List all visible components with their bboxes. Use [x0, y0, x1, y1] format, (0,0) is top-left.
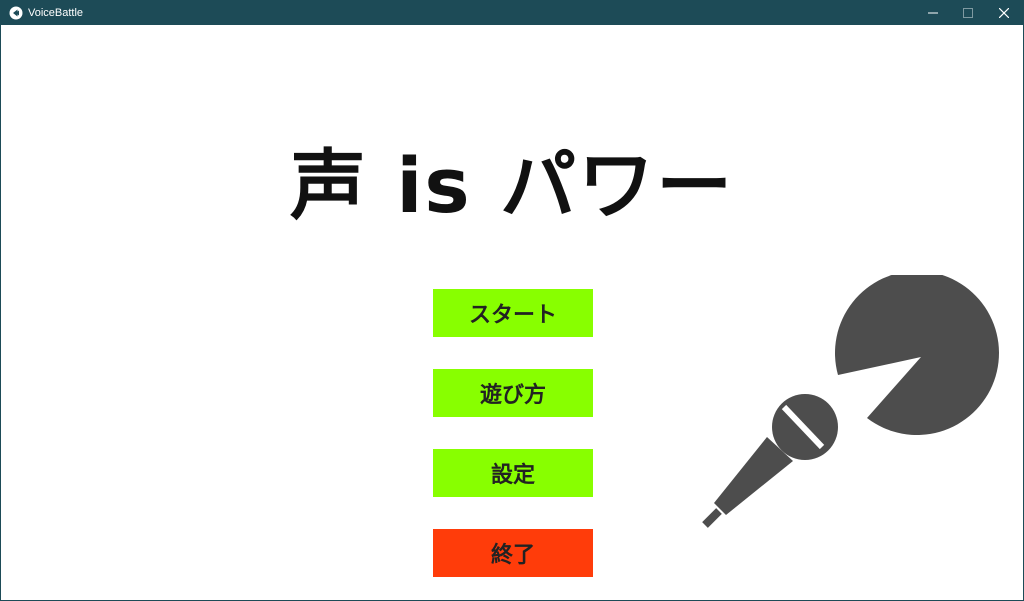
how-to-play-button[interactable]: 遊び方	[433, 369, 593, 417]
settings-button[interactable]: 設定	[433, 449, 593, 497]
maximize-icon	[963, 8, 973, 18]
maximize-button[interactable]	[951, 1, 985, 25]
voice-wave-shape	[834, 275, 999, 435]
app-window: VoiceBattle 声 is パワー スタート 遊び方 設定 終了	[0, 0, 1024, 601]
exit-button[interactable]: 終了	[433, 529, 593, 577]
close-button[interactable]	[987, 1, 1021, 25]
minimize-button[interactable]	[916, 1, 950, 25]
microphone-icon	[702, 275, 999, 528]
minimize-icon	[928, 12, 938, 14]
close-icon	[999, 8, 1009, 18]
game-screen: 声 is パワー スタート 遊び方 設定 終了	[1, 25, 1023, 600]
unity-app-icon	[9, 6, 23, 20]
title-bar[interactable]: VoiceBattle	[1, 1, 1023, 25]
start-button[interactable]: スタート	[433, 289, 593, 337]
window-title: VoiceBattle	[28, 7, 84, 19]
game-title: 声 is パワー	[289, 141, 735, 230]
